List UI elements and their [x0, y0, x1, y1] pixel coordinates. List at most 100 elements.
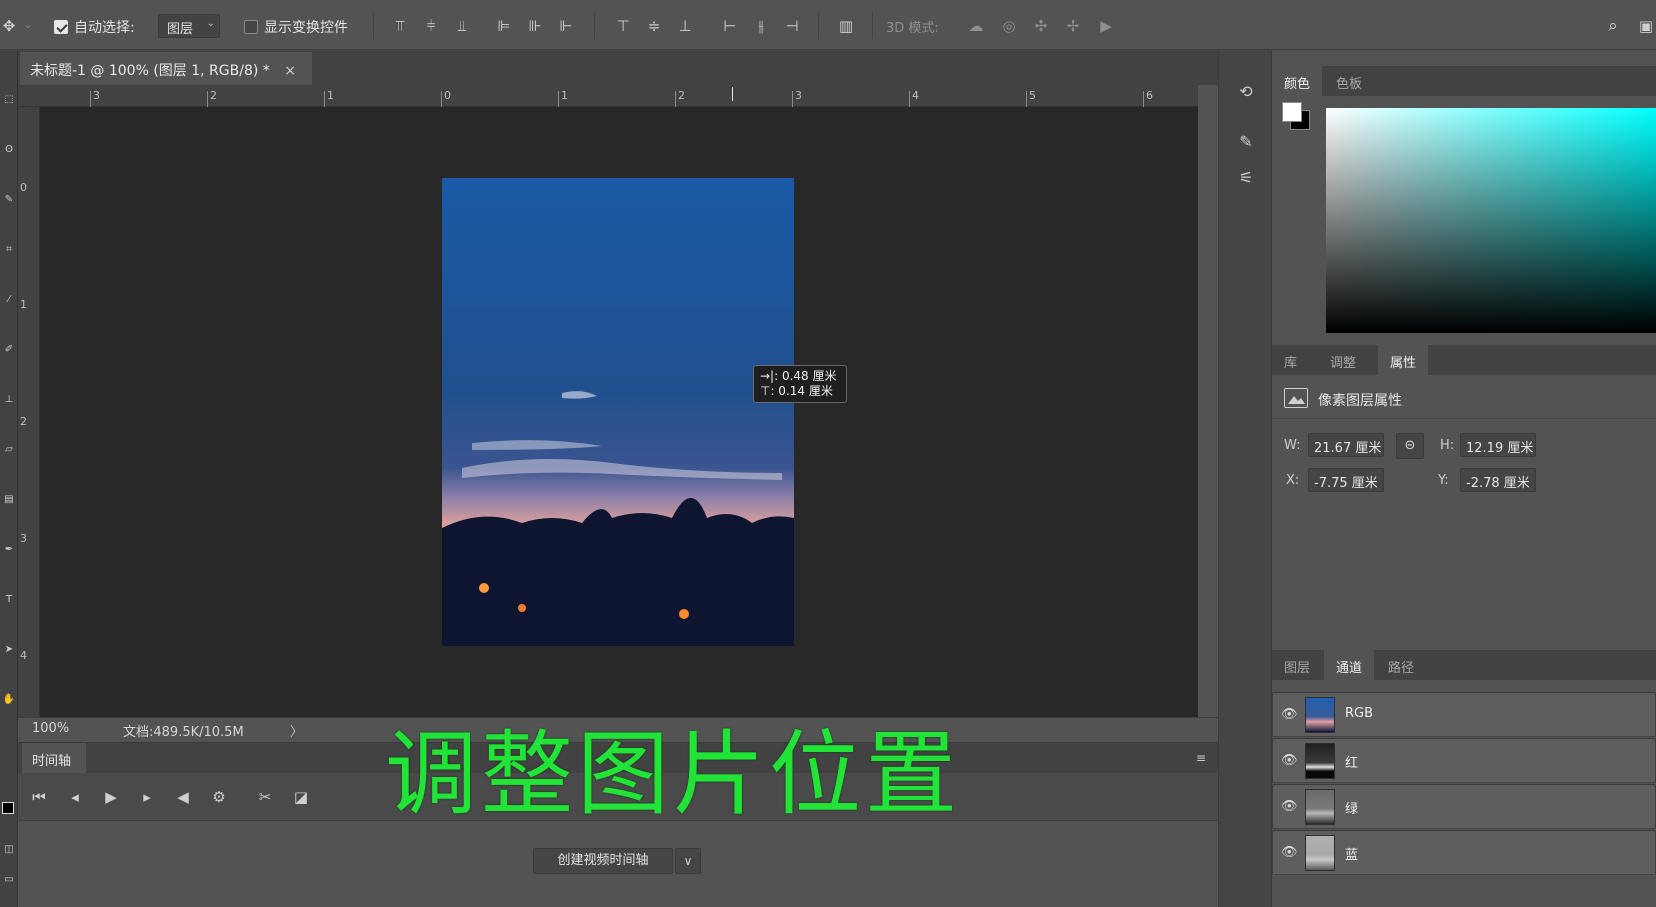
- channel-row-rgb[interactable]: 👁 RGB: [1272, 692, 1656, 737]
- auto-align-layers-icon[interactable]: ▥: [836, 16, 856, 36]
- hand-tool-icon[interactable]: ✋: [0, 690, 18, 710]
- adjustments-sliders-icon[interactable]: ⚟: [1235, 168, 1257, 188]
- history-icon[interactable]: ⟲: [1235, 82, 1257, 102]
- 3d-pan-icon[interactable]: ✣: [1030, 16, 1052, 36]
- ruler-tick: [207, 91, 208, 107]
- align-vertical-center-icon[interactable]: ⫩: [421, 16, 441, 36]
- screen-mode-icon[interactable]: ▭: [0, 870, 18, 890]
- distribute-right-icon[interactable]: ⊣: [782, 16, 802, 36]
- eraser-tool-icon[interactable]: ▱: [0, 440, 18, 460]
- channel-name: 红: [1345, 756, 1359, 771]
- color-picker-field[interactable]: [1326, 108, 1656, 333]
- ruler-number: 1: [20, 298, 27, 311]
- distribute-vertical-center-icon[interactable]: ≑: [644, 16, 664, 36]
- gradient-tool-icon[interactable]: ▤: [0, 490, 18, 510]
- link-icon[interactable]: ⊝: [1396, 433, 1424, 459]
- visibility-eye-icon[interactable]: 👁: [1281, 753, 1299, 768]
- go-to-first-frame-icon[interactable]: ⏮: [28, 787, 50, 807]
- type-tool-icon[interactable]: T: [0, 590, 18, 610]
- marquee-tool-icon[interactable]: ⬚: [0, 90, 18, 110]
- lasso-tool-icon[interactable]: ʘ: [0, 140, 18, 160]
- align-horizontal-center-icon[interactable]: ⊪: [525, 16, 545, 36]
- pen-tool-icon[interactable]: ✒: [0, 540, 18, 560]
- x-field[interactable]: -7.75 厘米: [1308, 468, 1384, 492]
- ruler-number: 2: [210, 89, 217, 102]
- 3d-orbit-icon[interactable]: ☁: [965, 16, 987, 36]
- foreground-color-swatch[interactable]: [2, 802, 14, 814]
- distribute-horizontal-center-icon[interactable]: ⫲: [751, 16, 771, 36]
- create-video-timeline-button[interactable]: 创建视频时间轴: [533, 848, 673, 874]
- tool-preset-chevron-icon[interactable]: ⌄: [22, 16, 34, 36]
- channel-row-blue[interactable]: 👁 蓝: [1272, 830, 1656, 875]
- tab-swatches[interactable]: 色板: [1324, 66, 1374, 96]
- tab-properties[interactable]: 属性: [1378, 345, 1429, 375]
- tab-paths[interactable]: 路径: [1376, 650, 1426, 680]
- panel-menu-icon[interactable]: ≡: [1192, 748, 1210, 768]
- workspace-icon[interactable]: ▣: [1636, 16, 1656, 36]
- align-bottom-icon[interactable]: ⫫: [452, 16, 472, 36]
- horizontal-ruler[interactable]: 3 2 1 0 1 2 3 4 5 6: [18, 85, 1198, 107]
- tab-libraries[interactable]: 库: [1272, 345, 1309, 375]
- search-icon[interactable]: ⌕: [1602, 16, 1624, 36]
- transition-icon[interactable]: ◪: [290, 787, 312, 807]
- visibility-eye-icon[interactable]: 👁: [1281, 707, 1299, 722]
- stamp-tool-icon[interactable]: ⊥: [0, 390, 18, 410]
- distribute-left-icon[interactable]: ⊢: [720, 16, 740, 36]
- vertical-ruler[interactable]: 0 1 2 3 4: [18, 107, 40, 717]
- channel-row-green[interactable]: 👁 绿: [1272, 784, 1656, 829]
- chevron-down-icon[interactable]: ∨: [675, 848, 701, 874]
- play-icon[interactable]: ▶: [100, 787, 122, 807]
- ruler-number: 4: [20, 649, 27, 662]
- width-field[interactable]: 21.67 厘米: [1308, 433, 1384, 457]
- visibility-eye-icon[interactable]: 👁: [1281, 845, 1299, 860]
- show-transform-checkbox[interactable]: [244, 20, 258, 34]
- layer-image-sunset[interactable]: [442, 178, 794, 646]
- 3d-slide-icon[interactable]: ✢: [1062, 16, 1084, 36]
- settings-gear-icon[interactable]: ⚙: [208, 787, 230, 807]
- quick-mask-icon[interactable]: ◫: [0, 840, 18, 860]
- close-icon[interactable]: ×: [284, 63, 296, 79]
- crop-tool-icon[interactable]: ⌗: [0, 240, 18, 260]
- path-select-tool-icon[interactable]: ➤: [0, 640, 18, 660]
- document-tab[interactable]: 未标题-1 @ 100% (图层 1, RGB/8) * ×: [20, 52, 312, 85]
- 3d-scale-camera-icon[interactable]: ▶: [1094, 16, 1118, 36]
- status-menu-arrow-icon[interactable]: 〉: [290, 721, 303, 740]
- show-transform-label: 显示变换控件: [264, 20, 348, 36]
- y-label: Y:: [1438, 473, 1449, 488]
- auto-select-checkbox[interactable]: [54, 20, 68, 34]
- 3d-roll-icon[interactable]: ◎: [998, 16, 1020, 36]
- auto-select-target-dropdown[interactable]: 图层 ⌄: [158, 14, 220, 38]
- previous-frame-icon[interactable]: ◂: [64, 787, 86, 807]
- y-field[interactable]: -2.78 厘米: [1460, 468, 1536, 492]
- zoom-level[interactable]: 100%: [32, 721, 69, 736]
- tab-layers[interactable]: 图层: [1272, 650, 1322, 680]
- ruler-number: 1: [561, 89, 568, 102]
- distribute-bottom-icon[interactable]: ⊥: [675, 16, 695, 36]
- height-field[interactable]: 12.19 厘米: [1460, 433, 1536, 457]
- move-tool-icon[interactable]: ✥: [0, 16, 18, 36]
- eyedropper-tool-icon[interactable]: ⁄: [0, 290, 18, 310]
- audio-icon[interactable]: ◀: [172, 787, 194, 807]
- quick-select-tool-icon[interactable]: ✎: [0, 190, 18, 210]
- visibility-eye-icon[interactable]: 👁: [1281, 799, 1299, 814]
- brush-settings-icon[interactable]: ✎: [1235, 132, 1257, 152]
- channel-thumbnail: [1305, 835, 1335, 871]
- channels-panel-header: 图层 通道 路径: [1272, 650, 1656, 680]
- split-scissors-icon[interactable]: ✂: [254, 787, 276, 807]
- distribute-top-icon[interactable]: ⊤: [613, 16, 633, 36]
- ruler-cursor-marker: [732, 87, 733, 101]
- tab-adjustments[interactable]: 调整: [1318, 345, 1368, 375]
- auto-select-label: 自动选择:: [74, 20, 135, 36]
- align-right-icon[interactable]: ⊩: [556, 16, 576, 36]
- timeline-tab[interactable]: 时间轴: [22, 743, 86, 773]
- align-top-icon[interactable]: ⫪: [390, 16, 410, 36]
- align-left-icon[interactable]: ⊫: [494, 16, 514, 36]
- tab-channels[interactable]: 通道: [1324, 650, 1375, 680]
- tab-color[interactable]: 颜色: [1272, 66, 1323, 96]
- brush-tool-icon[interactable]: ✐: [0, 340, 18, 360]
- channel-row-red[interactable]: 👁 红: [1272, 738, 1656, 783]
- ruler-number: 0: [444, 89, 451, 102]
- next-frame-icon[interactable]: ▸: [136, 787, 158, 807]
- properties-panel-header: 库 调整 属性: [1272, 345, 1656, 375]
- foreground-color-swatch[interactable]: [1282, 102, 1302, 122]
